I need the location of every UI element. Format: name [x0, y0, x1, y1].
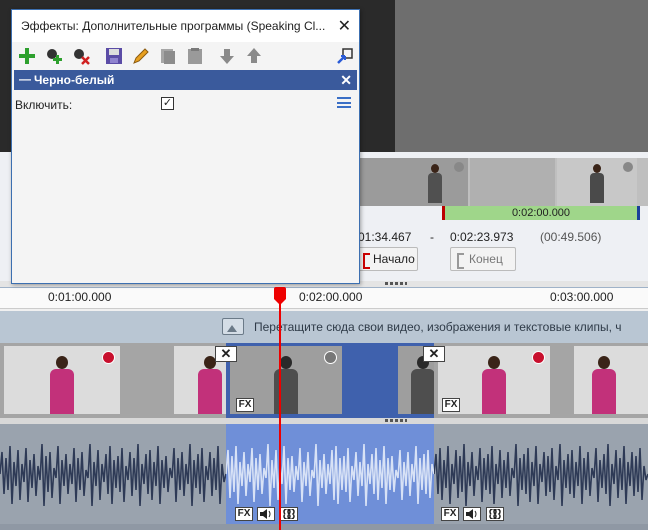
end-bracket-icon — [457, 253, 464, 269]
playhead-line — [279, 287, 281, 530]
delete-icon[interactable] — [72, 47, 90, 65]
clip-frame — [4, 346, 120, 414]
effect-panel-header[interactable]: — Черно-белый ✕ — [14, 70, 357, 90]
copy-icon[interactable] — [159, 47, 177, 65]
waveform — [434, 443, 648, 507]
dialog-title: Эффекты: Дополнительные программы (Speak… — [21, 19, 326, 33]
add-preset-icon[interactable] — [45, 47, 63, 65]
transition-icon[interactable]: ✕ — [423, 346, 445, 362]
add-effect-icon[interactable] — [18, 47, 36, 65]
splitter-grip-icon — [385, 282, 407, 285]
uk-flag-icon — [532, 351, 545, 364]
timeline-ruler[interactable]: 0:01:00.000 0:02:00.000 0:03:00.000 — [0, 287, 648, 309]
drop-hint-text: Перетащите сюда свои видео, изображения … — [254, 320, 622, 334]
effect-title: Черно-белый — [34, 73, 115, 87]
start-bracket-icon — [363, 253, 370, 269]
volume-icon[interactable] — [257, 507, 275, 521]
effects-dialog: Эффекты: Дополнительные программы (Speak… — [11, 9, 360, 284]
trim-thumbnail-strip — [358, 158, 648, 206]
fx-badge[interactable]: FX — [442, 398, 460, 412]
trim-time-separator: - — [430, 230, 434, 244]
move-down-icon[interactable] — [218, 47, 236, 65]
remove-effect-icon[interactable]: ✕ — [340, 72, 352, 89]
collapse-icon[interactable]: — — [19, 72, 31, 86]
image-placeholder-icon — [222, 318, 244, 335]
fx-badge[interactable]: FX — [236, 398, 254, 412]
save-icon[interactable] — [105, 47, 123, 65]
video-preview — [395, 0, 648, 152]
trim-thumbnail — [557, 158, 637, 206]
trim-thumbnail — [358, 158, 468, 206]
transition-icon[interactable]: ✕ — [215, 346, 237, 362]
ruler-label: 0:03:00.000 — [550, 290, 614, 304]
apply-icon[interactable] — [336, 47, 354, 65]
set-end-label: Конец — [469, 252, 503, 266]
ruler-label: 0:02:00.000 — [299, 290, 363, 304]
trim-start-time: 01:34.467 — [358, 230, 412, 244]
ruler-label: 0:01:00.000 — [48, 290, 112, 304]
move-up-icon[interactable] — [245, 47, 263, 65]
video-clip[interactable] — [0, 343, 226, 418]
audio-clip[interactable] — [0, 424, 226, 524]
video-clip[interactable] — [434, 343, 648, 418]
audio-fx-badge[interactable]: FX — [441, 507, 459, 521]
trim-range-bar[interactable]: 0:02:00.000 — [442, 206, 640, 220]
waveform — [0, 443, 226, 507]
trim-end-time: 0:02:23.973 — [450, 230, 514, 244]
close-icon[interactable]: ✕ — [338, 16, 351, 36]
effects-toolbar — [12, 42, 359, 70]
set-start-label: Начало — [373, 252, 415, 266]
loop-icon[interactable] — [280, 507, 298, 521]
clip-frame — [574, 346, 648, 414]
audio-fx-badge[interactable]: FX — [235, 507, 253, 521]
video-clip-selected[interactable] — [226, 343, 434, 418]
hamburger-menu-icon[interactable] — [337, 97, 351, 108]
video-track — [0, 343, 648, 418]
loop-icon[interactable] — [486, 507, 504, 521]
set-start-button[interactable]: Начало — [358, 247, 418, 271]
volume-icon[interactable] — [463, 507, 481, 521]
edit-icon[interactable] — [132, 47, 150, 65]
dialog-title-bar[interactable]: Эффекты: Дополнительные программы (Speak… — [12, 10, 359, 42]
uk-flag-icon — [324, 351, 337, 364]
trim-thumbnail — [470, 158, 555, 206]
audio-track — [0, 424, 648, 530]
waveform — [226, 443, 434, 507]
splitter-grip-icon — [385, 419, 407, 422]
set-end-button[interactable]: Конец — [450, 247, 516, 271]
paste-icon[interactable] — [186, 47, 204, 65]
uk-flag-icon — [102, 351, 115, 364]
trim-duration: (00:49.506) — [540, 230, 602, 244]
enable-checkbox[interactable]: ✓ — [161, 97, 174, 110]
enable-label: Включить: — [15, 98, 73, 112]
